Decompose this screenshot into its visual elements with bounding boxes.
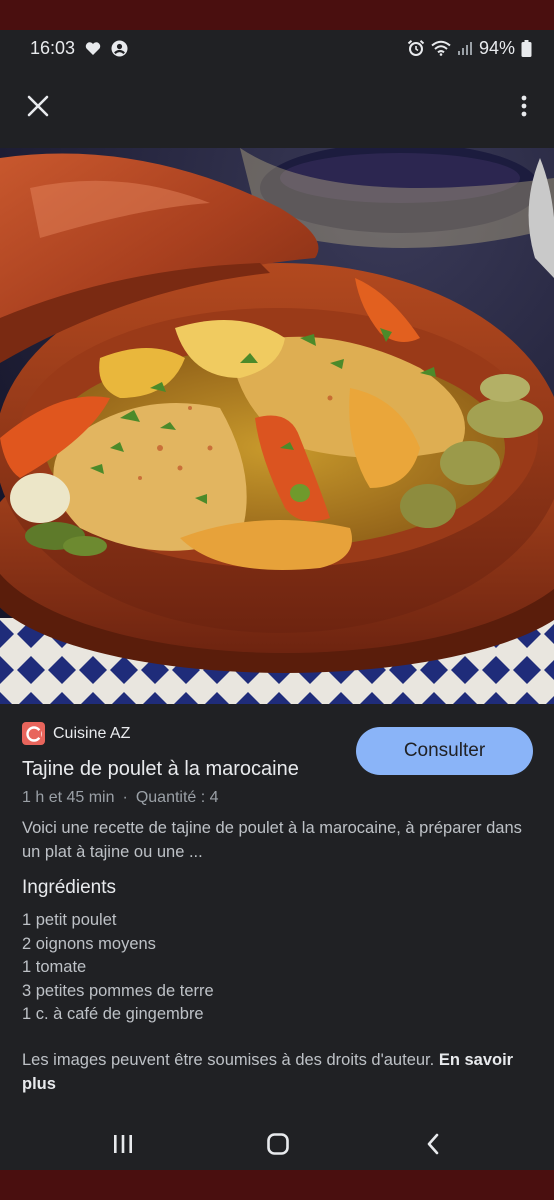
recipe-description: Voici une recette de tajine de poulet à … [22,819,522,861]
more-options-button[interactable] [508,90,540,122]
navigation-bar [0,1110,554,1170]
consult-button[interactable]: Consulter [356,727,533,775]
ingredient-item: 3 petites pommes de terre [22,981,214,1000]
recipe-info-panel: Cuisine AZ Consulter Tajine de poulet à … [0,704,554,1110]
cuisine-az-logo-icon [22,722,45,745]
top-edge [0,0,554,30]
more-vertical-icon [521,95,527,117]
close-button[interactable] [22,90,54,122]
top-bar [0,66,554,148]
source-name: Cuisine AZ [53,724,131,742]
ingredient-item: 1 tomate [22,958,87,977]
ingredient-item: 2 oignons moyens [22,934,156,953]
copyright-notice: Les images peuvent être soumises à des d… [22,1048,532,1096]
home-icon [267,1133,289,1155]
meta-separator: · [122,789,128,806]
ingredient-item: 1 petit poulet [22,911,117,929]
recipe-title[interactable]: Tajine de poulet à la marocaine [22,758,299,781]
signal-icon [457,41,473,56]
back-button[interactable] [411,1122,455,1166]
close-icon [27,95,49,117]
recipe-image[interactable] [0,148,554,704]
heart-icon [85,41,101,56]
source[interactable]: Cuisine AZ [22,722,130,745]
status-bar: 16:03 94% [0,30,554,66]
alarm-icon [407,39,425,57]
copyright-text: Les images peuvent être soumises à des d… [22,1051,435,1069]
ingredients-list: 1 petit poulet 2 oignons moyens 1 tomate… [22,909,214,1027]
battery-icon [521,39,532,57]
recipe-quantity: Quantité : 4 [135,789,219,806]
bottom-edge [0,1170,554,1200]
home-button[interactable] [256,1122,300,1166]
wifi-icon [431,40,451,56]
account-icon [111,40,128,57]
recent-apps-button[interactable] [101,1122,145,1166]
ingredient-item: 1 c. à café de gingembre [22,1005,204,1024]
ingredients-heading: Ingrédients [22,877,117,898]
recipe-duration: 1 h et 45 min [22,789,115,806]
battery-percentage: 94% [478,37,515,58]
recipe-meta: 1 h et 45 min · Quantité : 4 [22,789,219,807]
recent-apps-icon [114,1135,132,1153]
back-icon [427,1133,439,1155]
status-time: 16:03 [30,37,76,58]
